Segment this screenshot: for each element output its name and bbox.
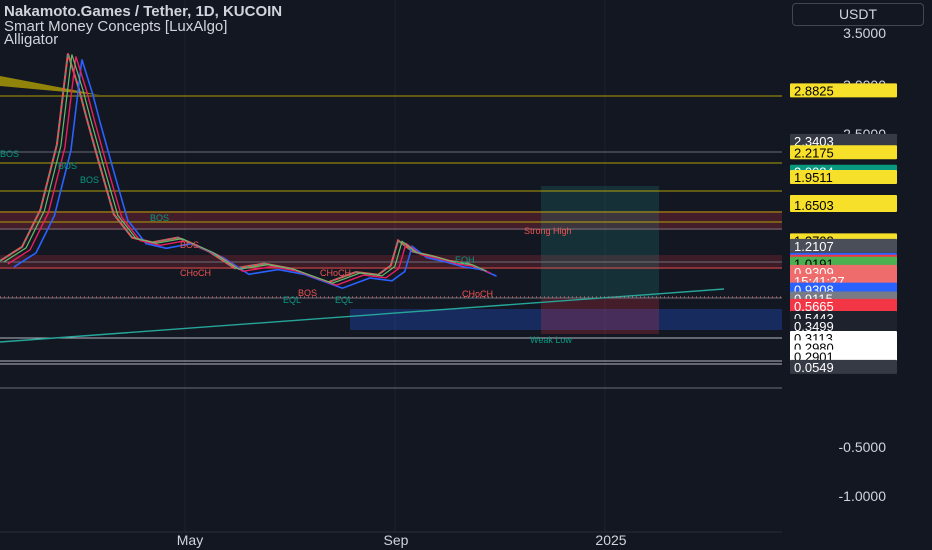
smc-label: Weak Low [530,335,572,345]
smc-label: Strong High [524,226,572,236]
price-tick-label: -1.0000 [839,488,887,504]
time-tick-label: Sep [384,532,409,548]
price-level-label: 2.8825 [794,83,834,98]
smc-label: CHoCH [462,289,493,299]
target-zone-profit [541,186,659,298]
smc-label: BOS [0,149,19,159]
smc-label: EQL [335,295,353,305]
time-tick-label: 2025 [595,532,626,548]
price-level-label: 1.9511 [794,170,833,185]
smc-label: EQL [283,295,301,305]
price-level-label: 2.2175 [794,145,834,160]
price-level-label: 0.0549 [794,360,834,375]
price-level-label: 1.6503 [794,198,834,213]
smc-label: EQH [455,255,475,265]
price-tick-label: 3.5000 [843,25,886,41]
price-level-label: 1.2107 [794,239,834,254]
time-tick-label: May [177,532,203,548]
target-zone-stop [541,298,659,334]
currency-button[interactable]: USDT [792,3,924,26]
indicator-alligator-label[interactable]: Alligator [4,32,58,48]
price-tick-label: -0.5000 [839,439,887,455]
price-chart[interactable]: BOSBOSBOSBOSBOSBOSCHoCH CHoCHCHoCHEQL EQLE… [0,0,932,550]
smc-label: CHoCH [320,268,351,278]
smc-label: BOS [180,240,199,250]
smc-label: CHoCH [180,268,211,278]
smc-label: BOS [58,161,77,171]
smc-label: BOS [150,213,169,223]
smc-label: BOS [80,175,99,185]
